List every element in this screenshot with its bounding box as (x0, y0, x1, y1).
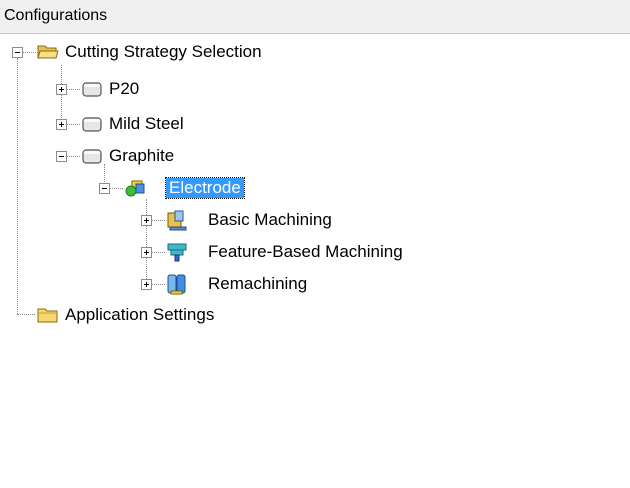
tree-label[interactable]: Feature-Based Machining (205, 242, 406, 262)
expand-toggle[interactable] (141, 247, 152, 258)
tree-connector (17, 314, 35, 315)
tree-connector (66, 156, 80, 157)
feature-machining-icon (167, 243, 187, 262)
tree-label[interactable]: Application Settings (62, 305, 217, 325)
electrode-icon (125, 180, 145, 197)
folder-open-icon (37, 45, 59, 59)
tree-connector (104, 164, 105, 184)
tree-label[interactable]: Cutting Strategy Selection (62, 42, 265, 62)
tree-label[interactable]: Basic Machining (205, 210, 335, 230)
material-box-icon (82, 82, 102, 97)
remachining-icon (167, 274, 186, 295)
tree-label[interactable]: P20 (106, 79, 142, 99)
tree-connector (109, 188, 123, 189)
collapse-toggle[interactable] (56, 151, 67, 162)
material-box-icon (82, 117, 102, 132)
expand-toggle[interactable] (56, 119, 67, 130)
tree-connector (151, 220, 165, 221)
tree-label[interactable]: Graphite (106, 146, 177, 166)
tree-connector (151, 252, 165, 253)
tree-connector (22, 52, 36, 53)
tree-connector (66, 89, 80, 90)
configurations-header: Configurations (0, 0, 630, 34)
tree-label[interactable]: Mild Steel (106, 114, 187, 134)
tree-connector (151, 284, 165, 285)
expand-toggle[interactable] (56, 84, 67, 95)
folder-closed-icon (37, 308, 58, 323)
collapse-toggle[interactable] (12, 47, 23, 58)
collapse-toggle[interactable] (99, 183, 110, 194)
configuration-tree[interactable]: Cutting Strategy Selection P20 Mild Stee… (0, 34, 630, 488)
panel-title: Configurations (4, 7, 108, 24)
expand-toggle[interactable] (141, 279, 152, 290)
tree-connector (17, 58, 18, 314)
material-box-icon (82, 149, 102, 164)
tree-connector (146, 199, 147, 279)
tree-label[interactable]: Remachining (205, 274, 310, 294)
tree-connector (66, 124, 80, 125)
expand-toggle[interactable] (141, 215, 152, 226)
tree-label[interactable]: Electrode (165, 177, 245, 199)
basic-machining-icon (167, 210, 187, 231)
